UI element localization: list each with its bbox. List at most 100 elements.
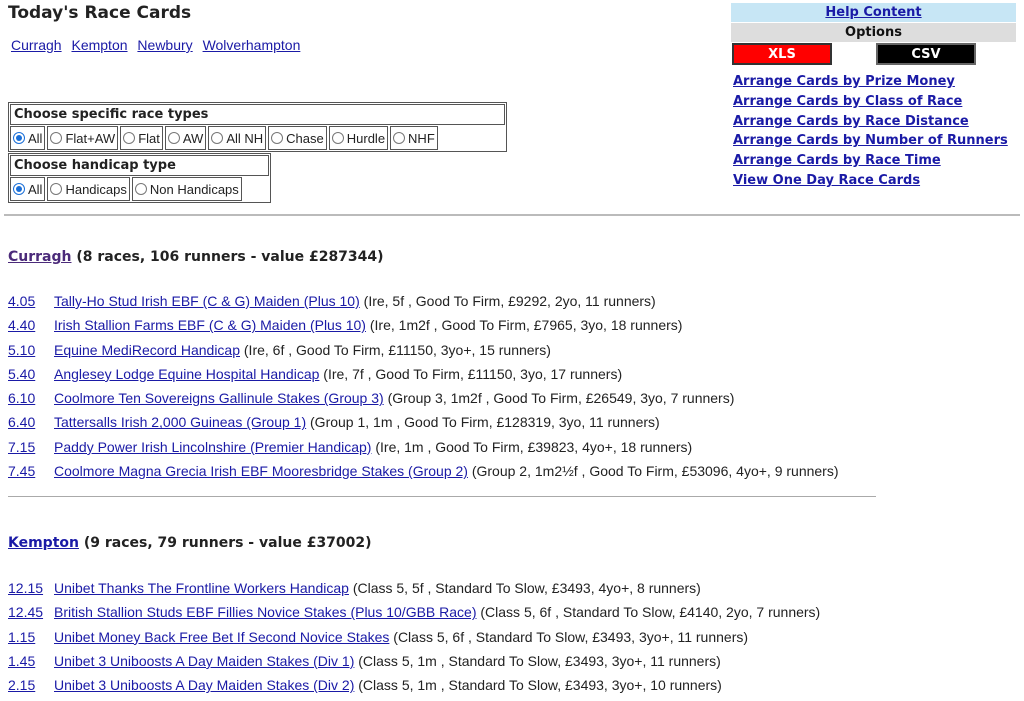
race-details: (Class 5, 6f , Standard To Slow, £4140, … [476, 604, 821, 621]
radio-icon[interactable] [331, 132, 344, 144]
race-row: 4.40 Irish Stallion Farms EBF (C & G) Mai… [8, 313, 839, 337]
options-label: Options [731, 23, 1016, 42]
race-type-option-aw[interactable]: AW [164, 126, 207, 150]
race-row: 5.40 Anglesey Lodge Equine Hospital Handi… [8, 362, 839, 386]
meeting-summary: (8 races, 106 runners - value £287344) [71, 249, 384, 265]
radio-selected-icon[interactable] [13, 132, 25, 144]
view-one-day-link[interactable]: View One Day Race Cards [733, 171, 1008, 191]
race-time-link[interactable]: 6.10 [8, 386, 54, 410]
race-type-heading: Choose specific race types [10, 104, 505, 125]
course-link-curragh[interactable]: Curragh [11, 37, 62, 53]
race-list-curragh: 4.05 Tally-Ho Stud Irish EBF (C & G) Maid… [8, 289, 839, 483]
race-details: (Class 5, 5f , Standard To Slow, £3493, … [348, 580, 701, 596]
radio-icon[interactable] [50, 183, 63, 195]
race-time-link[interactable]: 5.10 [8, 338, 54, 362]
race-time-link[interactable]: 4.40 [8, 313, 54, 337]
race-time-link[interactable]: 6.40 [8, 410, 54, 434]
race-name-link[interactable]: Unibet 3 Uniboosts A Day Maiden Stakes (… [54, 653, 354, 669]
option-label: Flat+AW [65, 130, 116, 146]
option-label: Flat [138, 130, 160, 146]
handicap-option-handicaps[interactable]: Handicaps [47, 177, 130, 201]
arrange-by-time-link[interactable]: Arrange Cards by Race Time [733, 151, 1008, 171]
arrange-by-runners-link[interactable]: Arrange Cards by Number of Runners [733, 131, 1008, 151]
race-time-link[interactable]: 1.15 [8, 625, 54, 649]
race-row: 5.10 Equine MediRecord Handicap (Ire, 6f … [8, 338, 839, 362]
race-name-link[interactable]: Coolmore Magna Grecia Irish EBF Mooresbr… [54, 463, 468, 479]
arrange-by-distance-link[interactable]: Arrange Cards by Race Distance [733, 112, 1008, 132]
arrange-by-class-link[interactable]: Arrange Cards by Class of Race [733, 92, 1008, 112]
race-type-option-all-nh[interactable]: All NH [208, 126, 267, 150]
race-name-link[interactable]: Tattersalls Irish 2,000 Guineas (Group 1… [54, 414, 306, 430]
race-name-link[interactable]: Unibet Thanks The Frontline Workers Hand… [54, 580, 349, 596]
radio-icon[interactable] [123, 132, 136, 144]
race-type-option-all[interactable]: All [10, 126, 46, 150]
radio-icon[interactable] [211, 132, 224, 144]
race-time-link[interactable]: 7.45 [8, 459, 54, 483]
handicap-heading: Choose handicap type [10, 155, 269, 176]
race-name-link[interactable]: British Stallion Studs EBF Fillies Novic… [54, 604, 477, 620]
meeting-header-kempton: Kempton (9 races, 79 runners - value £37… [8, 535, 372, 551]
radio-icon[interactable] [167, 132, 180, 144]
page-title: Today's Race Cards [8, 3, 192, 23]
race-details: (Group 3, 1m2f , Good To Firm, £26549, 3… [383, 390, 735, 407]
race-details: (Ire, 1m2f , Good To Firm, £7965, 3yo, 1… [365, 317, 683, 334]
race-details: (Ire, 7f , Good To Firm, £11150, 3yo, 17… [319, 365, 623, 382]
option-label: Non Handicaps [149, 181, 239, 197]
meeting-link-kempton[interactable]: Kempton [8, 535, 79, 551]
race-name-link[interactable]: Irish Stallion Farms EBF (C & G) Maiden … [54, 317, 366, 333]
race-name-link[interactable]: Paddy Power Irish Lincolnshire (Premier … [54, 439, 371, 455]
race-name-link[interactable]: Equine MediRecord Handicap [54, 342, 240, 358]
race-time-link[interactable]: 1.45 [8, 649, 54, 673]
radio-icon[interactable] [50, 132, 63, 144]
radio-icon[interactable] [271, 132, 284, 144]
divider [8, 496, 876, 497]
race-time-link[interactable]: 4.05 [8, 289, 54, 313]
xls-button[interactable]: XLS [732, 43, 832, 65]
race-type-option-flat[interactable]: Flat [120, 126, 163, 150]
option-label: NHF [408, 130, 435, 146]
race-row: 12.45 British Stallion Studs EBF Fillies … [8, 600, 820, 624]
handicap-option-non-handicaps[interactable]: Non Handicaps [131, 177, 242, 201]
race-row: 1.15 Unibet Money Back Free Bet If Second… [8, 625, 820, 649]
race-type-option-chase[interactable]: Chase [268, 126, 327, 150]
course-links: Curragh Kempton Newbury Wolverhampton [11, 37, 306, 53]
race-row: 6.10 Coolmore Ten Sovereigns Gallinule St… [8, 386, 839, 410]
help-content-link[interactable]: Help Content [825, 5, 921, 20]
race-type-option-flat-aw[interactable]: Flat+AW [47, 126, 119, 150]
race-type-option-hurdle[interactable]: Hurdle [328, 126, 389, 150]
race-name-link[interactable]: Anglesey Lodge Equine Hospital Handicap [54, 366, 319, 382]
radio-icon[interactable] [134, 183, 147, 195]
race-details: (Ire, 5f , Good To Firm, £9292, 2yo, 11 … [359, 293, 656, 309]
race-row: 6.40 Tattersalls Irish 2,000 Guineas (Gro… [8, 410, 839, 434]
race-time-link[interactable]: 12.15 [8, 576, 54, 600]
help-content-bar: Help Content [731, 3, 1016, 22]
handicap-option-all[interactable]: All [10, 177, 46, 201]
race-time-link[interactable]: 5.40 [8, 362, 54, 386]
race-time-link[interactable]: 2.15 [8, 673, 54, 697]
race-details: (Ire, 1m , Good To Firm, £39823, 4yo+, 1… [371, 438, 693, 455]
radio-selected-icon[interactable] [13, 183, 25, 195]
race-type-option-nhf[interactable]: NHF [390, 126, 438, 150]
arrange-by-prize-money-link[interactable]: Arrange Cards by Prize Money [733, 72, 1008, 92]
option-label: All [28, 181, 43, 197]
course-link-kempton[interactable]: Kempton [71, 37, 127, 53]
course-link-wolverhampton[interactable]: Wolverhampton [203, 37, 301, 53]
meeting-link-curragh[interactable]: Curragh [8, 249, 72, 265]
race-time-link[interactable]: 7.15 [8, 435, 54, 459]
radio-icon[interactable] [393, 132, 406, 144]
csv-button[interactable]: CSV [876, 43, 976, 65]
race-time-link[interactable]: 12.45 [8, 600, 54, 624]
course-link-newbury[interactable]: Newbury [137, 37, 192, 53]
race-name-link[interactable]: Coolmore Ten Sovereigns Gallinule Stakes… [54, 390, 384, 406]
race-name-link[interactable]: Unibet Money Back Free Bet If Second Nov… [54, 629, 389, 645]
arrange-links: Arrange Cards by Prize Money Arrange Car… [733, 72, 1008, 191]
meeting-header-curragh: Curragh (8 races, 106 runners - value £2… [8, 249, 384, 265]
race-name-link[interactable]: Tally-Ho Stud Irish EBF (C & G) Maiden (… [54, 293, 360, 309]
option-label: All NH [226, 130, 264, 146]
race-details: (Class 5, 1m , Standard To Slow, £3493, … [354, 652, 721, 669]
race-name-link[interactable]: Unibet 3 Uniboosts A Day Maiden Stakes (… [54, 677, 354, 693]
race-row: 7.15 Paddy Power Irish Lincolnshire (Prem… [8, 435, 839, 459]
race-row: 7.45 Coolmore Magna Grecia Irish EBF Moor… [8, 459, 839, 483]
race-row: 1.45 Unibet 3 Uniboosts A Day Maiden Stak… [8, 649, 820, 673]
race-details: (Ire, 6f , Good To Firm, £11150, 3yo+, 1… [240, 341, 551, 358]
